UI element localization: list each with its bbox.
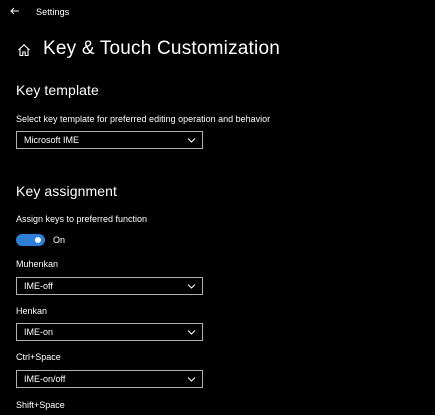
key-template-selected-value: Microsoft IME (24, 135, 80, 145)
henkan-value: IME-on (24, 327, 54, 337)
key-template-dropdown[interactable]: Microsoft IME (16, 131, 203, 149)
assign-keys-label: Assign keys to preferred function (16, 214, 148, 224)
page-title: Key & Touch Customization (43, 38, 280, 59)
muhenkan-label: Muhenkan (16, 259, 59, 269)
toggle-state-label: On (53, 235, 66, 245)
key-assignment-section-title: Key assignment (16, 183, 118, 199)
home-icon (16, 42, 32, 58)
title-bar: Settings (0, 0, 435, 26)
assign-keys-toggle[interactable] (16, 234, 45, 246)
back-button[interactable] (8, 4, 22, 18)
toggle-knob (35, 237, 41, 243)
chevron-down-icon (187, 284, 196, 289)
henkan-dropdown[interactable]: IME-on (16, 323, 203, 341)
shift-space-label: Shift+Space (16, 400, 65, 410)
assign-keys-toggle-row: On (16, 234, 65, 246)
chevron-down-icon (187, 138, 196, 143)
page-header: Key & Touch Customization (16, 36, 280, 62)
app-title: Settings (36, 7, 70, 17)
chevron-down-icon (187, 377, 196, 382)
back-arrow-icon (10, 7, 19, 15)
key-template-description: Select key template for preferred editin… (16, 114, 271, 124)
muhenkan-dropdown[interactable]: IME-off (16, 277, 203, 295)
ctrl-space-label: Ctrl+Space (16, 352, 61, 362)
ctrl-space-dropdown[interactable]: IME-on/off (16, 370, 203, 388)
ctrl-space-value: IME-on/off (24, 374, 66, 384)
chevron-down-icon (187, 330, 196, 335)
muhenkan-value: IME-off (24, 281, 53, 291)
key-template-section-title: Key template (16, 82, 99, 98)
henkan-label: Henkan (16, 306, 48, 316)
